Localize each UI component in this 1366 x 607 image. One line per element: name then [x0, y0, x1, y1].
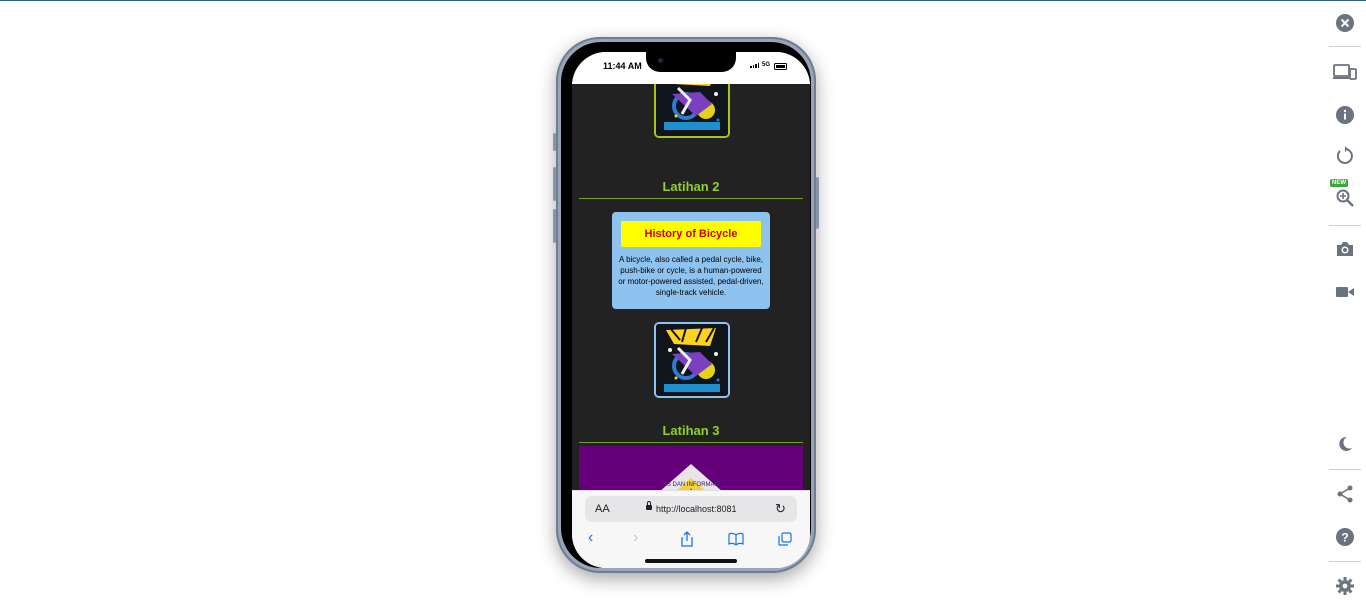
- battery-icon: [774, 63, 787, 70]
- close-icon[interactable]: [1332, 10, 1358, 36]
- rotate-icon[interactable]: [1332, 143, 1358, 169]
- power-button: [816, 177, 819, 229]
- logo-text: US DAN INFORMATI: [663, 482, 720, 488]
- university-logo: US DAN INFORMATI: [661, 464, 721, 490]
- window-top-border: [0, 0, 1366, 1]
- video-icon[interactable]: [1332, 279, 1358, 305]
- toolbar-divider: [1329, 225, 1361, 226]
- phone-bezel: 11:44 AM 5G Latihan 2 History of Bicycle…: [561, 42, 811, 568]
- bookmarks-icon[interactable]: [728, 532, 744, 551]
- status-time: 11:44 AM: [603, 61, 642, 71]
- share-sheet-icon[interactable]: [680, 531, 694, 552]
- toolbar-divider: [1329, 46, 1361, 47]
- reader-aa-button[interactable]: AA: [595, 503, 610, 515]
- card-title: History of Bicycle: [621, 221, 761, 247]
- lock-icon: [646, 501, 652, 510]
- browser-bar: AA http://localhost:8081 ↻ ‹ ›: [572, 490, 810, 568]
- section-title-latihan-2: Latihan 2: [662, 179, 720, 194]
- forward-icon[interactable]: ›: [633, 529, 638, 547]
- notch: [646, 52, 736, 72]
- dark-mode-icon[interactable]: [1332, 431, 1358, 457]
- section-divider: [579, 198, 803, 199]
- share-icon[interactable]: [1332, 481, 1358, 507]
- browser-nav: ‹ ›: [572, 529, 810, 551]
- logo-banner: US DAN INFORMATI: [579, 446, 803, 490]
- camera-icon[interactable]: [1332, 236, 1358, 262]
- reload-icon[interactable]: ↻: [775, 501, 786, 517]
- front-camera: [658, 58, 663, 63]
- info-icon[interactable]: [1332, 102, 1358, 128]
- right-toolbar: NEW ?: [1326, 0, 1366, 607]
- home-indicator: [645, 559, 737, 563]
- signal-icon: [750, 63, 759, 68]
- back-icon[interactable]: ‹: [588, 529, 593, 547]
- volume-up-button: [553, 167, 556, 201]
- phone-frame: 11:44 AM 5G Latihan 2 History of Bicycle…: [553, 37, 819, 573]
- zoom-icon[interactable]: NEW: [1330, 179, 1358, 211]
- help-icon[interactable]: ?: [1332, 524, 1358, 550]
- address-bar[interactable]: AA http://localhost:8081 ↻: [585, 496, 797, 522]
- section-divider: [579, 442, 803, 443]
- bmx-image-top: [654, 84, 730, 138]
- mute-switch: [553, 133, 556, 151]
- bmx-image: [654, 322, 730, 398]
- history-card: History of Bicycle A bicycle, also calle…: [612, 212, 770, 309]
- volume-down-button: [553, 209, 556, 243]
- page-content[interactable]: Latihan 2 History of Bicycle A bicycle, …: [572, 84, 810, 490]
- svg-text:?: ?: [1341, 531, 1348, 545]
- network-label: 5G: [762, 62, 771, 68]
- bmx-illustration: [656, 324, 728, 396]
- bmx-illustration: [656, 84, 728, 136]
- card-text: A bicycle, also called a pedal cycle, bi…: [618, 255, 764, 297]
- new-badge: NEW: [1330, 179, 1348, 187]
- settings-icon[interactable]: [1332, 573, 1358, 599]
- url-text[interactable]: http://localhost:8081: [656, 504, 737, 514]
- section-title-latihan-3: Latihan 3: [662, 423, 720, 438]
- toolbar-divider: [1329, 561, 1361, 562]
- phone-screen: 11:44 AM 5G Latihan 2 History of Bicycle…: [572, 52, 810, 568]
- tabs-icon[interactable]: [778, 532, 792, 551]
- devices-icon[interactable]: [1332, 59, 1358, 85]
- toolbar-divider: [1329, 469, 1361, 470]
